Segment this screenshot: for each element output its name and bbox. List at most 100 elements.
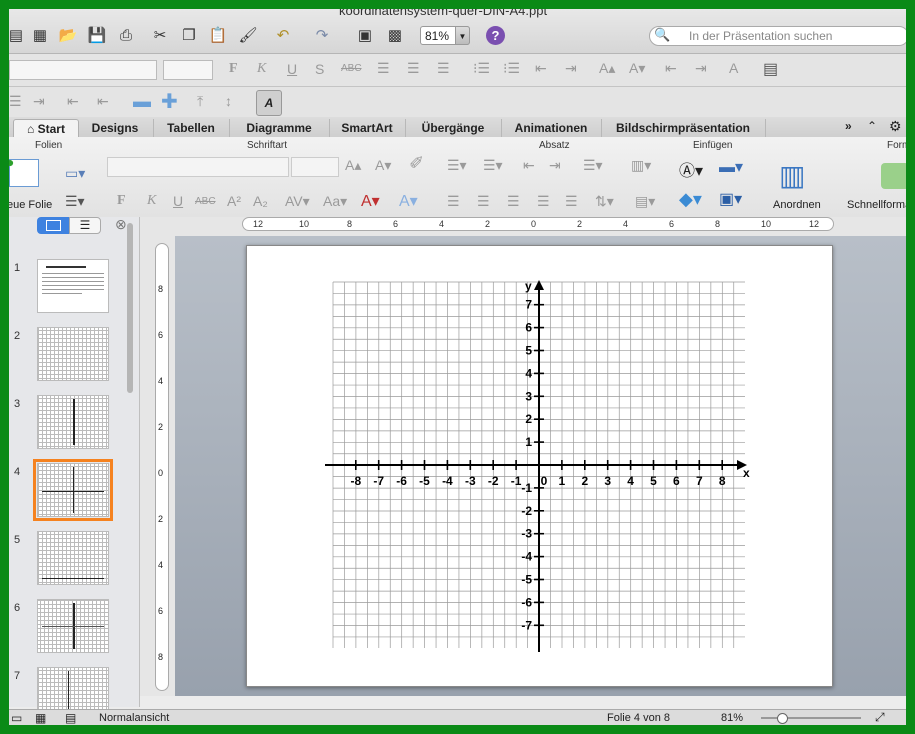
text-effect-icon[interactable]: A	[256, 90, 282, 116]
help-icon[interactable]: ?	[486, 26, 505, 45]
ribbon-align-center-icon[interactable]: ☰	[477, 193, 490, 210]
ribbon-font-shrink-icon[interactable]: A▾	[375, 157, 391, 174]
ribbon-italic-button[interactable]: K	[147, 193, 156, 209]
plus-icon[interactable]: ✚	[161, 89, 178, 114]
superscript-icon[interactable]: A²	[227, 193, 241, 209]
ribbon-font-grow-icon[interactable]: A▴	[345, 157, 361, 174]
close-panel-icon[interactable]: ⊗	[115, 216, 127, 233]
tab-uebergaenge[interactable]: Übergänge	[405, 119, 502, 137]
shadow-button[interactable]: S	[315, 61, 324, 77]
bullets-icon[interactable]: ⁝☰	[473, 60, 490, 77]
align-right-icon[interactable]: ☰	[437, 60, 450, 77]
justify-icon[interactable]: ☰	[537, 193, 550, 210]
numbering-icon[interactable]: ⁝☰	[503, 60, 520, 77]
columns-icon[interactable]: ▥▾	[631, 157, 651, 174]
font-grow-icon[interactable]: A▴	[599, 60, 615, 77]
italic-button[interactable]: K	[257, 61, 266, 77]
font-color-button[interactable]: A	[729, 60, 738, 76]
tab-diagramme[interactable]: Diagramme	[229, 119, 330, 137]
new-slide-icon[interactable]: ▤	[9, 24, 27, 46]
text-height-icon[interactable]: ↕	[225, 93, 232, 109]
align-text-icon[interactable]: ▤▾	[635, 193, 655, 210]
slideshow-icon[interactable]: ▣	[354, 24, 376, 46]
format-painter-icon[interactable]: 🖌	[237, 24, 259, 46]
arrange-button[interactable]: Anordnen	[773, 199, 821, 211]
font-name-field[interactable]	[9, 60, 157, 80]
undo-icon[interactable]: ↶	[272, 24, 294, 46]
ribbon-indent-icon[interactable]: ⇥	[549, 157, 561, 174]
slide-thumbnail-3[interactable]	[37, 395, 109, 449]
tabs-overflow-icon[interactable]: »	[845, 119, 852, 133]
copy-icon[interactable]: ❐	[178, 24, 200, 46]
presenter-view-icon[interactable]: ▤	[65, 711, 76, 725]
normal-view-icon[interactable]: ▭	[11, 711, 22, 725]
align-center-icon[interactable]: ☰	[407, 60, 420, 77]
zoom-slider[interactable]	[761, 717, 861, 719]
thumbnail-view-tab[interactable]	[37, 217, 69, 234]
gear-icon[interactable]: ⚙	[889, 118, 902, 135]
line-spacing-icon[interactable]: ☰▾	[583, 157, 603, 174]
smartart-icon[interactable]: ▣▾	[719, 189, 742, 209]
new-slide-icon-large[interactable]: ●	[9, 154, 39, 187]
ribbon-underline-button[interactable]: U	[173, 193, 183, 209]
table-icon[interactable]: ▤	[763, 59, 778, 79]
textbox-icon[interactable]: Ⓐ▾	[679, 157, 703, 181]
subscript-icon[interactable]: A₂	[253, 193, 268, 209]
layout-icon[interactable]: ▭▾	[65, 165, 85, 182]
distributed-icon[interactable]: ☰	[565, 193, 578, 210]
zoom-slider-handle[interactable]	[777, 713, 788, 724]
text-top-icon[interactable]: ⤒	[197, 93, 203, 110]
underline-button[interactable]: U	[287, 61, 297, 77]
change-case-icon[interactable]: Aa▾	[323, 193, 347, 210]
section-icon[interactable]: ☰▾	[65, 193, 85, 210]
tab-tabellen[interactable]: Tabellen	[153, 119, 230, 137]
font-size-field[interactable]	[163, 60, 213, 80]
indent-icon[interactable]: ⇥	[695, 60, 707, 77]
picture-icon[interactable]: ▬▾	[719, 157, 743, 177]
quick-styles-icon[interactable]	[881, 163, 906, 189]
tab-bildschirmpraesentation[interactable]: Bildschirmpräsentation	[601, 119, 766, 137]
tab-animationen[interactable]: Animationen	[501, 119, 602, 137]
align-left-icon[interactable]: ☰	[377, 60, 390, 77]
bold-button[interactable]: F	[229, 61, 238, 77]
ribbon-align-right-icon[interactable]: ☰	[507, 193, 520, 210]
font-shrink-icon[interactable]: A▾	[629, 60, 645, 77]
panel-scrollbar[interactable]	[127, 223, 133, 393]
clear-format-icon[interactable]: ✐	[409, 153, 424, 174]
current-slide[interactable]: x y -8 -7 -6 -5 -4 -3 -2 -1 0 1 2 3 4 5 6 7 8 7 6 5 4 3 2 1 -1 -2 -3…	[246, 245, 833, 687]
quick-styles-button[interactable]: Schnellforma	[847, 199, 906, 211]
paste-icon[interactable]: 📋	[207, 24, 229, 46]
outdent-icon[interactable]: ⇤	[665, 60, 677, 77]
ribbon-bold-button[interactable]: F	[117, 193, 126, 209]
ribbon-align-left-icon[interactable]: ☰	[447, 193, 460, 210]
indent-more-icon[interactable]: ⇥	[33, 93, 45, 110]
ribbon-bullets-icon[interactable]: ☰▾	[447, 157, 467, 174]
list-icon[interactable]: ☰	[9, 93, 22, 110]
ribbon-font-size-field[interactable]	[291, 157, 339, 177]
zoom-dropdown-icon[interactable]: ▼	[455, 26, 470, 45]
indent-less-icon[interactable]: ⇤	[67, 93, 79, 110]
slide-thumbnail-2[interactable]	[37, 327, 109, 381]
print-icon[interactable]: ⎙	[115, 24, 137, 46]
ribbon-font-name-field[interactable]	[107, 157, 289, 177]
strikethrough-button[interactable]: ABC	[341, 63, 362, 74]
tab-smartart[interactable]: SmartArt	[329, 119, 406, 137]
collapse-ribbon-icon[interactable]: ⌃	[867, 119, 877, 133]
indent-decrease-icon[interactable]: ⇤	[535, 60, 547, 77]
minus-icon[interactable]: ▬	[133, 91, 151, 112]
gallery-icon[interactable]: ▦	[29, 24, 51, 46]
open-icon[interactable]: 📂	[57, 24, 79, 46]
text-direction-icon[interactable]: ⇅▾	[595, 193, 614, 210]
slide-thumbnail-1[interactable]	[37, 259, 109, 313]
ribbon-outdent-icon[interactable]: ⇤	[523, 157, 535, 174]
fit-window-icon[interactable]: ⤢	[875, 710, 885, 725]
font-color-icon[interactable]: A▾	[361, 191, 380, 211]
new-slide-button[interactable]: eue Folie	[9, 199, 52, 211]
slide-thumbnail-6[interactable]	[37, 599, 109, 653]
cut-icon[interactable]: ✂	[149, 24, 171, 46]
indent-less-2-icon[interactable]: ⇤	[97, 93, 109, 110]
char-spacing-icon[interactable]: AV▾	[285, 193, 310, 210]
shapes-icon[interactable]: ◆▾	[679, 189, 702, 210]
arrange-icon[interactable]: ▥	[779, 159, 805, 192]
ribbon-strike-button[interactable]: ABC	[195, 196, 216, 207]
